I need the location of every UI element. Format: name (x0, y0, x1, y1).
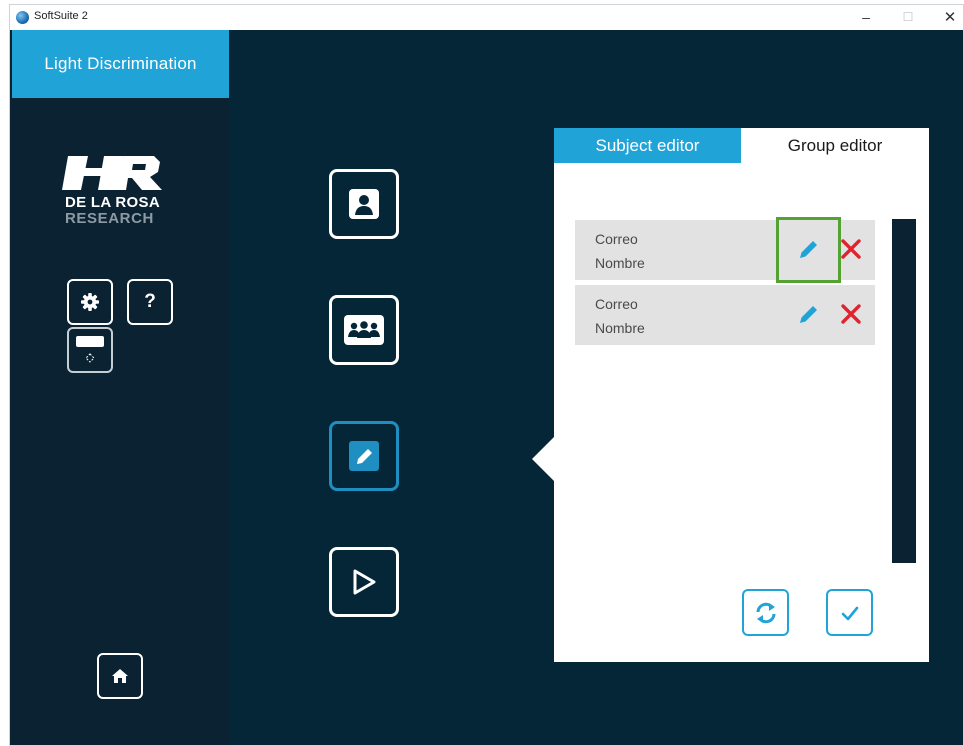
panel-pointer (532, 437, 554, 481)
main-area: Subject editor Group editor Correo Nombr… (229, 30, 963, 745)
nombre-label: Nombre (595, 320, 645, 336)
gear-icon (81, 293, 99, 311)
nombre-label: Nombre (595, 255, 645, 271)
correo-label: Correo (595, 296, 638, 312)
tab-subject-editor[interactable]: Subject editor (554, 128, 741, 163)
display-button[interactable] (67, 327, 113, 373)
app-title: Light Discrimination (12, 30, 229, 98)
close-icon (841, 304, 861, 324)
group-icon (344, 315, 384, 345)
refresh-icon (756, 602, 775, 623)
confirm-button[interactable] (826, 589, 873, 636)
check-icon (841, 606, 858, 620)
sidebar: Light Discrimination DE LA ROSA RESEARCH (10, 30, 229, 745)
close-icon (841, 239, 861, 259)
home-icon (112, 669, 128, 683)
logo-text-line1: DE LA ROSA (65, 194, 160, 211)
display-icon (76, 336, 104, 363)
play-icon (353, 569, 376, 595)
refresh-button[interactable] (742, 589, 789, 636)
nav-play-button[interactable] (329, 547, 399, 617)
subject-icon (349, 189, 379, 219)
app-logo-icon (16, 11, 29, 24)
minimize-button[interactable]: – (845, 5, 887, 30)
logo-text-line2: RESEARCH (65, 210, 154, 227)
company-logo: DE LA ROSA RESEARCH (62, 152, 182, 232)
highlight-box (776, 217, 841, 283)
settings-button[interactable] (67, 279, 113, 325)
editor-panel: Subject editor Group editor Correo Nombr… (554, 128, 929, 662)
correo-label: Correo (595, 231, 638, 247)
pencil-icon (349, 441, 379, 471)
pencil-icon (800, 306, 817, 323)
scrollbar[interactable] (892, 219, 916, 563)
window-title: SoftSuite 2 (34, 10, 88, 22)
app-window: SoftSuite 2 – ☐ ✕ Light Discrimination D… (9, 4, 964, 746)
delete-button[interactable] (837, 235, 865, 263)
nav-subject-button[interactable] (329, 169, 399, 239)
edit-button[interactable] (795, 300, 823, 328)
maximize-button[interactable]: ☐ (887, 5, 929, 30)
title-bar: SoftSuite 2 – ☐ ✕ (10, 5, 963, 30)
nav-editor-button[interactable] (329, 421, 399, 491)
delete-button[interactable] (837, 300, 865, 328)
nav-group-button[interactable] (329, 295, 399, 365)
logo-mark-icon (62, 156, 162, 190)
help-button[interactable]: ? (127, 279, 173, 325)
close-window-button[interactable]: ✕ (929, 5, 963, 30)
list-item[interactable]: Correo Nombre (575, 285, 875, 345)
tab-group-editor[interactable]: Group editor (741, 128, 929, 163)
home-button[interactable] (97, 653, 143, 699)
